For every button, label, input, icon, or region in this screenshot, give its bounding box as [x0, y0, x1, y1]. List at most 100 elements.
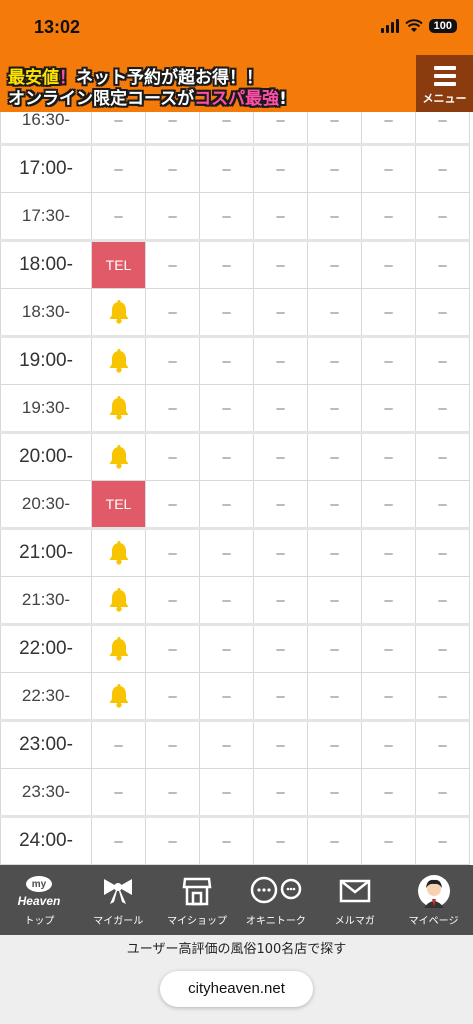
unavailable-cell: –	[415, 672, 470, 721]
unavailable-cell: –	[253, 335, 308, 385]
unavailable-cell: –	[415, 719, 470, 769]
unavailable-cell: –	[361, 480, 416, 529]
bell-notify-cell[interactable]	[91, 288, 146, 337]
unavailable-cell: –	[145, 239, 200, 289]
unavailable-cell: –	[199, 768, 254, 817]
nav-item-mail-magazine[interactable]: メルマガ	[315, 865, 394, 935]
unavailable-cell: –	[253, 384, 308, 433]
unavailable-cell: –	[361, 576, 416, 625]
unavailable-cell: –	[307, 192, 362, 241]
nav-item-my-girl[interactable]: マイガール	[79, 865, 158, 935]
svg-text:Heaven: Heaven	[18, 894, 61, 908]
promo-banner[interactable]: 最安値！ネット予約が超お得！！ オンライン限定コースがコスパ最強!	[0, 55, 473, 112]
bell-icon	[109, 684, 128, 708]
unavailable-cell: –	[307, 815, 362, 865]
unavailable-cell: –	[307, 527, 362, 577]
unavailable-cell: –	[199, 192, 254, 241]
unavailable-cell: –	[253, 431, 308, 481]
nav-item-my-page[interactable]: マイページ	[394, 865, 473, 935]
unavailable-cell: –	[199, 431, 254, 481]
schedule-row: 19:00- – – – – – –	[0, 335, 470, 385]
unavailable-cell: –	[307, 768, 362, 817]
time-slot-label: 20:30-	[0, 480, 92, 529]
unavailable-cell: –	[415, 815, 470, 865]
unavailable-cell: –	[199, 672, 254, 721]
schedule-row: 24:00- – – – – – – –	[0, 815, 470, 865]
schedule-row: 21:00- – – – – – –	[0, 527, 470, 577]
status-icons: 100	[380, 19, 457, 33]
unavailable-cell: –	[307, 112, 362, 145]
nav-item-okini-talk[interactable]: オキニトーク	[236, 865, 315, 935]
unavailable-cell: –	[145, 384, 200, 433]
unavailable-cell: –	[307, 672, 362, 721]
unavailable-cell: –	[145, 431, 200, 481]
unavailable-cell: –	[415, 480, 470, 529]
unavailable-cell: –	[415, 576, 470, 625]
nav-item-my-shop[interactable]: マイショップ	[158, 865, 237, 935]
time-slot-label: 22:00-	[0, 623, 92, 673]
time-slot-label: 24:00-	[0, 815, 92, 865]
bell-icon	[109, 300, 128, 324]
bell-notify-cell[interactable]	[91, 384, 146, 433]
schedule-row: 19:30- – – – – – –	[0, 384, 470, 433]
bell-notify-cell[interactable]	[91, 431, 146, 481]
nav-label-my-shop: マイショップ	[167, 916, 228, 927]
schedule-row: 16:30- – – – – – – –	[0, 112, 470, 145]
mail-icon	[339, 874, 371, 908]
time-slot-label: 21:00-	[0, 527, 92, 577]
nav-label-my-page: マイページ	[408, 916, 459, 927]
unavailable-cell: –	[199, 239, 254, 289]
time-slot-label: 17:30-	[0, 192, 92, 241]
unavailable-cell: –	[199, 335, 254, 385]
bell-icon	[109, 445, 128, 469]
unavailable-cell: –	[145, 480, 200, 529]
unavailable-cell: –	[415, 239, 470, 289]
unavailable-cell: –	[415, 192, 470, 241]
unavailable-cell: –	[199, 288, 254, 337]
bell-notify-cell[interactable]	[91, 672, 146, 721]
bell-notify-cell[interactable]	[91, 335, 146, 385]
footer-tagline: ユーザー高評価の風俗100名店で探す	[126, 942, 347, 957]
schedule-row: 17:00- – – – – – – –	[0, 143, 470, 193]
menu-button[interactable]: メニュー	[416, 55, 473, 112]
unavailable-cell: –	[145, 527, 200, 577]
unavailable-cell: –	[307, 623, 362, 673]
unavailable-cell: –	[199, 623, 254, 673]
menu-label: メニュー	[422, 92, 467, 105]
unavailable-cell: –	[361, 143, 416, 193]
unavailable-cell: –	[253, 143, 308, 193]
svg-text:my: my	[32, 879, 47, 890]
unavailable-cell: –	[199, 815, 254, 865]
wifi-icon	[404, 19, 423, 32]
schedule-row: 21:30- – – – – – –	[0, 576, 470, 625]
unavailable-cell: –	[415, 288, 470, 337]
avatar-icon	[417, 874, 451, 908]
hamburger-icon	[434, 66, 456, 90]
bell-notify-cell[interactable]	[91, 576, 146, 625]
bell-notify-cell[interactable]	[91, 527, 146, 577]
unavailable-cell: –	[91, 143, 146, 193]
unavailable-cell: –	[361, 623, 416, 673]
battery-icon: 100	[428, 19, 457, 33]
bottom-nav: my Heaven トップ マイガール マイショップ オキニトーク メルマガ マ…	[0, 865, 473, 935]
time-slot-label: 20:00-	[0, 431, 92, 481]
unavailable-cell: –	[361, 192, 416, 241]
unavailable-cell: –	[307, 384, 362, 433]
tel-reservation-cell[interactable]: TEL	[91, 480, 146, 529]
url-bar[interactable]: cityheaven.net	[160, 971, 313, 1007]
unavailable-cell: –	[415, 143, 470, 193]
nav-item-top[interactable]: my Heaven トップ	[0, 865, 79, 935]
my-heaven-icon: my Heaven	[14, 874, 64, 908]
status-time: 13:02	[34, 17, 81, 37]
unavailable-cell: –	[145, 192, 200, 241]
schedule-row: 20:30- TEL – – – – – –	[0, 480, 470, 529]
time-slot-label: 18:30-	[0, 288, 92, 337]
unavailable-cell: –	[253, 672, 308, 721]
unavailable-cell: –	[91, 112, 146, 145]
bell-notify-cell[interactable]	[91, 623, 146, 673]
nav-label-mail-magazine: メルマガ	[334, 916, 375, 927]
unavailable-cell: –	[199, 480, 254, 529]
unavailable-cell: –	[361, 239, 416, 289]
banner-line-2: オンライン限定コースがコスパ最強!	[8, 89, 287, 109]
tel-reservation-cell[interactable]: TEL	[91, 239, 146, 289]
